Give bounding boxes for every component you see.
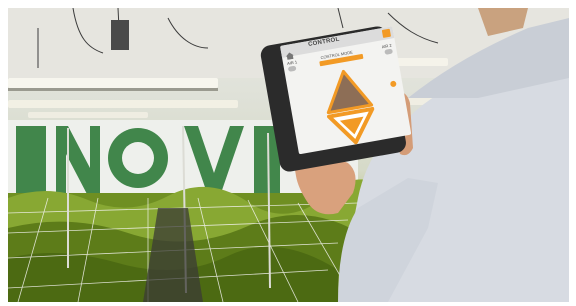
home-icon[interactable]	[284, 46, 294, 60]
greenhouse-photo: CONTROL AIR 1 AIR 2 CONTROL MODE	[8, 8, 569, 302]
left-air-label: AIR 1	[286, 59, 298, 66]
left-toggle-icon[interactable]	[287, 65, 297, 72]
menu-button[interactable]	[381, 28, 392, 38]
photo-frame: CONTROL AIR 1 AIR 2 CONTROL MODE	[0, 0, 576, 306]
right-small-icon[interactable]	[389, 80, 397, 88]
equipment-box	[111, 20, 129, 50]
right-toggle-icon[interactable]	[384, 48, 394, 55]
tablet-screen: CONTROL AIR 1 AIR 2 CONTROL MODE	[280, 26, 412, 155]
